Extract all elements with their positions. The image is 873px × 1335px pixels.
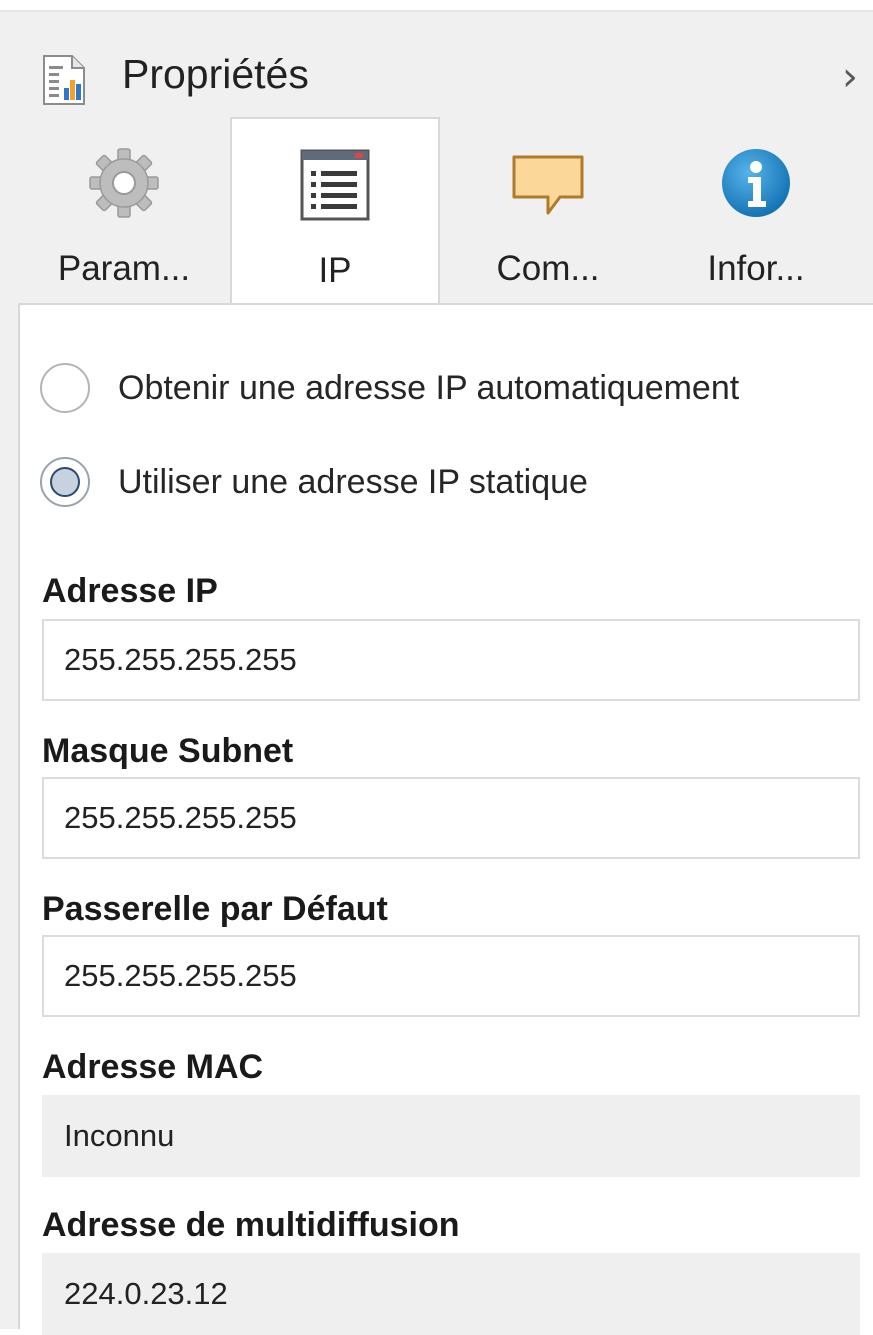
gear-icon bbox=[89, 148, 159, 218]
properties-panel: Propriétés › Param... IP Com... Infor...… bbox=[0, 0, 873, 1335]
tab-ip[interactable]: IP bbox=[230, 117, 440, 307]
gateway-label: Passerelle par Défaut bbox=[42, 890, 388, 928]
multicast-address-label: Adresse de multidiffusion bbox=[42, 1206, 460, 1244]
radio-button[interactable] bbox=[40, 363, 90, 413]
tab-label: Param... bbox=[57, 249, 191, 288]
info-icon bbox=[722, 149, 790, 217]
radio-label: Obtenir une adresse IP automatiquement bbox=[118, 369, 740, 407]
tab-commentaire[interactable]: Com... bbox=[440, 117, 656, 305]
mac-address-label: Adresse MAC bbox=[42, 1048, 264, 1086]
speech-bubble-icon bbox=[512, 155, 584, 215]
collapse-chevron-icon[interactable]: › bbox=[830, 52, 870, 102]
panel-title: Propriétés bbox=[122, 51, 309, 97]
ip-address-label: Adresse IP bbox=[42, 572, 218, 610]
list-window-icon bbox=[300, 149, 370, 221]
tab-label: Com... bbox=[496, 249, 600, 288]
tab-parametres[interactable]: Param... bbox=[18, 117, 230, 305]
top-divider bbox=[0, 0, 873, 12]
gateway-input[interactable] bbox=[42, 935, 860, 1017]
ip-address-input[interactable] bbox=[42, 619, 860, 701]
radio-label: Utiliser une adresse IP statique bbox=[118, 463, 588, 501]
ip-settings-panel: Obtenir une adresse IP automatiquement U… bbox=[18, 305, 873, 1335]
multicast-address-value: 224.0.23.12 bbox=[42, 1253, 860, 1335]
tab-informations[interactable]: Infor... bbox=[656, 117, 856, 305]
subnet-mask-label: Masque Subnet bbox=[42, 732, 294, 770]
tab-label: Infor... bbox=[707, 249, 805, 288]
tab-label: IP bbox=[318, 251, 352, 290]
mac-address-value: Inconnu bbox=[42, 1095, 860, 1177]
radio-button-checked[interactable] bbox=[40, 457, 90, 507]
panel-header: Propriétés › bbox=[0, 12, 873, 120]
tab-bar: Param... IP Com... Infor... bbox=[18, 117, 873, 307]
subnet-mask-input[interactable] bbox=[42, 777, 860, 859]
properties-chart-icon bbox=[43, 55, 85, 105]
